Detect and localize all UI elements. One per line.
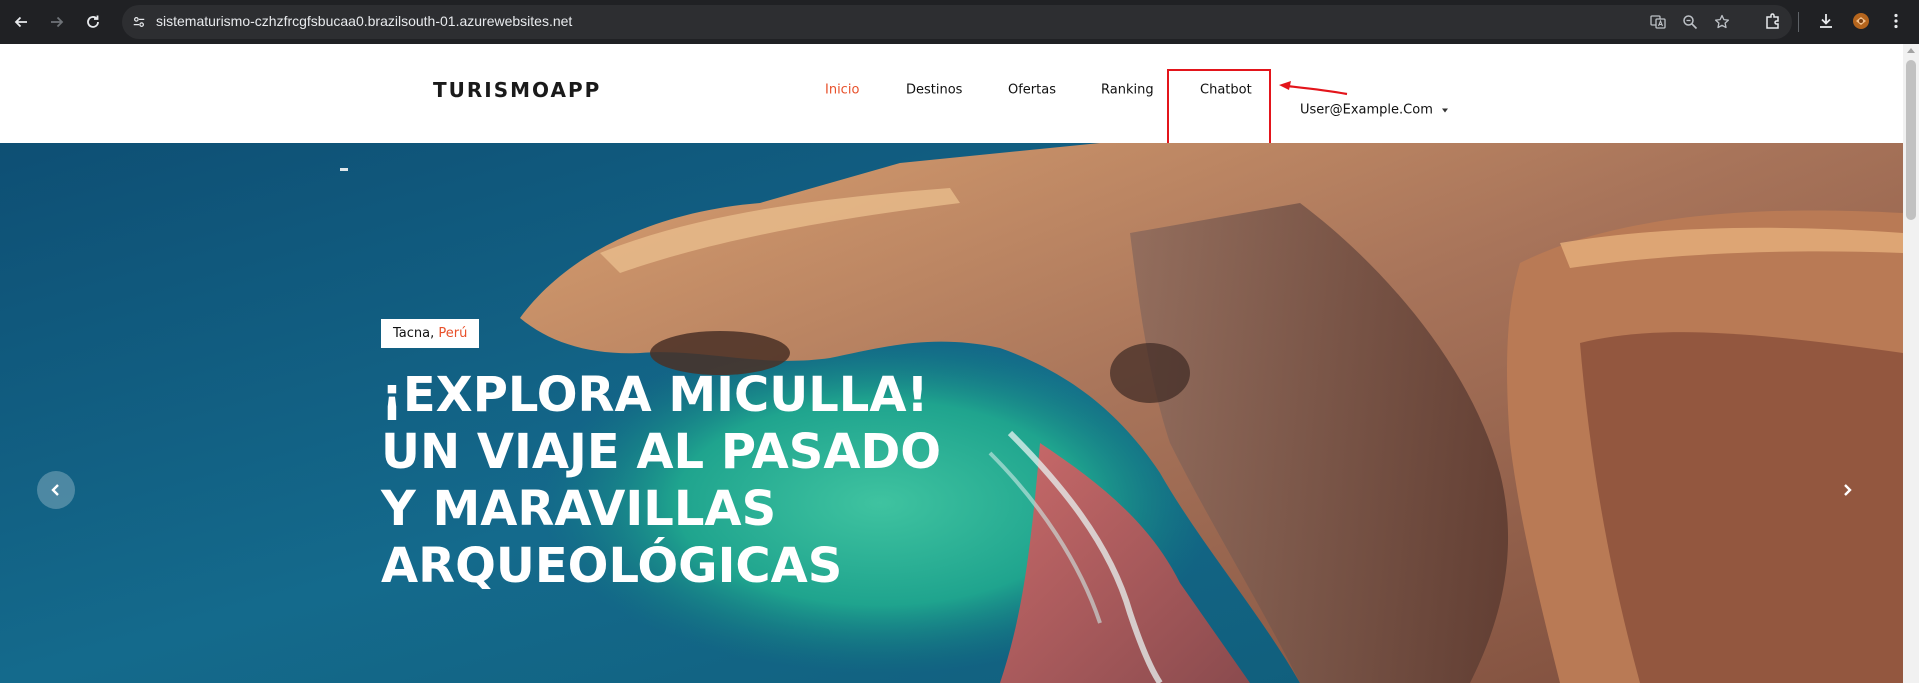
site-info-icon[interactable]: [130, 13, 148, 31]
headline-line: ¡EXPLORA MICULLA!: [381, 367, 929, 423]
translate-icon[interactable]: [1648, 12, 1668, 32]
page-viewport: TURISMOAPP Inicio Destinos Ofertas Ranki…: [0, 44, 1903, 683]
scroll-up-icon[interactable]: [1907, 48, 1915, 53]
address-bar[interactable]: sistematurismo-czhzfrcgfsbucaa0.brazilso…: [122, 5, 1792, 39]
extensions-icon[interactable]: [1762, 10, 1784, 32]
browser-toolbar: sistematurismo-czhzfrcgfsbucaa0.brazilso…: [0, 0, 1919, 44]
location-tag: Tacna, Perú: [381, 319, 480, 348]
hero-background-image: [0, 143, 1903, 683]
bookmark-star-icon[interactable]: [1712, 12, 1732, 32]
nav-link-ofertas[interactable]: Ofertas: [1008, 83, 1056, 98]
profile-icon[interactable]: [1850, 10, 1872, 32]
nav-link-ranking[interactable]: Ranking: [1101, 83, 1154, 98]
menu-kebab-icon[interactable]: [1885, 10, 1907, 32]
location-city: Tacna,: [393, 326, 435, 341]
annotation-highlight-box: [1167, 69, 1271, 145]
download-icon[interactable]: [1815, 10, 1837, 32]
carousel-prev-button[interactable]: [37, 471, 75, 509]
zoom-icon[interactable]: [1680, 12, 1700, 32]
headline-line: ARQUEOLÓGICAS: [381, 538, 843, 594]
hero-carousel: Tacna, Perú ¡EXPLORA MICULLA! UN VIAJE A…: [0, 143, 1903, 683]
nav-link-destinos[interactable]: Destinos: [906, 83, 962, 98]
page-scrollbar[interactable]: [1903, 44, 1919, 683]
arrow-right-icon: [51, 16, 64, 28]
reload-button[interactable]: [80, 9, 106, 35]
caret-down-icon: [1441, 108, 1448, 112]
user-email: User@Example.Com: [1300, 102, 1433, 118]
nav-link-inicio[interactable]: Inicio: [825, 83, 859, 98]
location-country: Perú: [438, 326, 468, 341]
headline-line: Y MARAVILLAS: [381, 481, 777, 537]
hero-headline: ¡EXPLORA MICULLA! UN VIAJE AL PASADO Y M…: [381, 367, 941, 595]
chevron-right-icon: [1844, 484, 1852, 496]
chevron-left-icon: [51, 484, 59, 496]
site-navbar: TURISMOAPP Inicio Destinos Ofertas Ranki…: [0, 44, 1903, 145]
scrollbar-thumb[interactable]: [1906, 60, 1916, 220]
brand-logo[interactable]: TURISMOAPP: [433, 78, 601, 102]
url-text[interactable]: sistematurismo-czhzfrcgfsbucaa0.brazilso…: [156, 13, 572, 29]
arrow-left-icon: [14, 16, 27, 28]
headline-line: UN VIAJE AL PASADO: [381, 424, 942, 480]
forward-button[interactable]: [44, 9, 70, 35]
carousel-next-button[interactable]: [1828, 471, 1866, 509]
toolbar-divider: [1798, 12, 1799, 32]
user-dropdown[interactable]: User@Example.Com: [1300, 103, 1448, 118]
annotation-arrow-icon: [1279, 81, 1348, 96]
reload-icon: [87, 15, 99, 28]
back-button[interactable]: [8, 9, 34, 35]
